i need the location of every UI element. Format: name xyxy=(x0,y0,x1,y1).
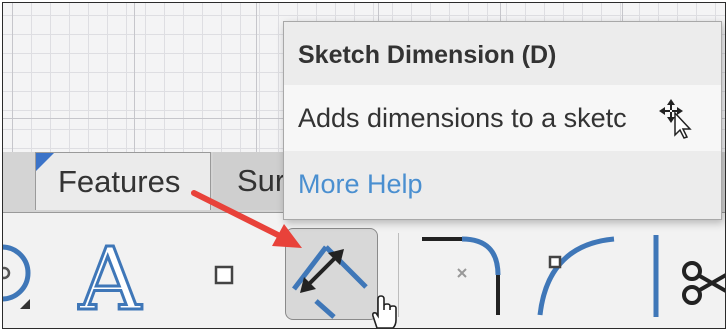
fillet-icon xyxy=(422,236,501,315)
point-tool-icon xyxy=(214,265,234,285)
move-cursor-icon xyxy=(657,97,699,144)
tab-features[interactable]: Features xyxy=(35,152,211,210)
hand-cursor-icon xyxy=(368,294,402,329)
tab-features-label: Features xyxy=(58,164,181,199)
trim-icon xyxy=(653,235,726,317)
sketch-toolbar: A xyxy=(2,212,726,329)
arc-tool-button[interactable] xyxy=(530,235,620,317)
text-tool-glyph: A xyxy=(78,239,142,315)
tooltip-description-row: Adds dimensions to a sketc xyxy=(284,85,721,151)
active-tab-marker xyxy=(36,153,54,171)
text-tool-icon: A xyxy=(76,239,143,315)
more-help-link[interactable]: More Help xyxy=(298,169,423,200)
arc-icon xyxy=(537,236,615,316)
trim-tool-button[interactable] xyxy=(652,235,726,317)
circle-tool-button[interactable] xyxy=(2,239,42,319)
tooltip-description: Adds dimensions to a sketc xyxy=(298,103,627,133)
tab-surfaces-label: Sur xyxy=(237,163,286,198)
sketch-dimension-button[interactable] xyxy=(285,228,378,320)
sketch-dimension-icon xyxy=(292,245,368,319)
fillet-tool-button[interactable] xyxy=(422,235,506,317)
tooltip-title: Sketch Dimension (D) xyxy=(298,41,557,69)
window-frame: Features Sur A Sketch Dimension (D) Adds… xyxy=(2,2,726,329)
circle-tool-icon xyxy=(2,244,31,309)
tab-surfaces[interactable]: Sur xyxy=(213,152,293,210)
point-tool-button[interactable] xyxy=(214,265,234,285)
text-tool-button[interactable]: A xyxy=(68,239,152,315)
